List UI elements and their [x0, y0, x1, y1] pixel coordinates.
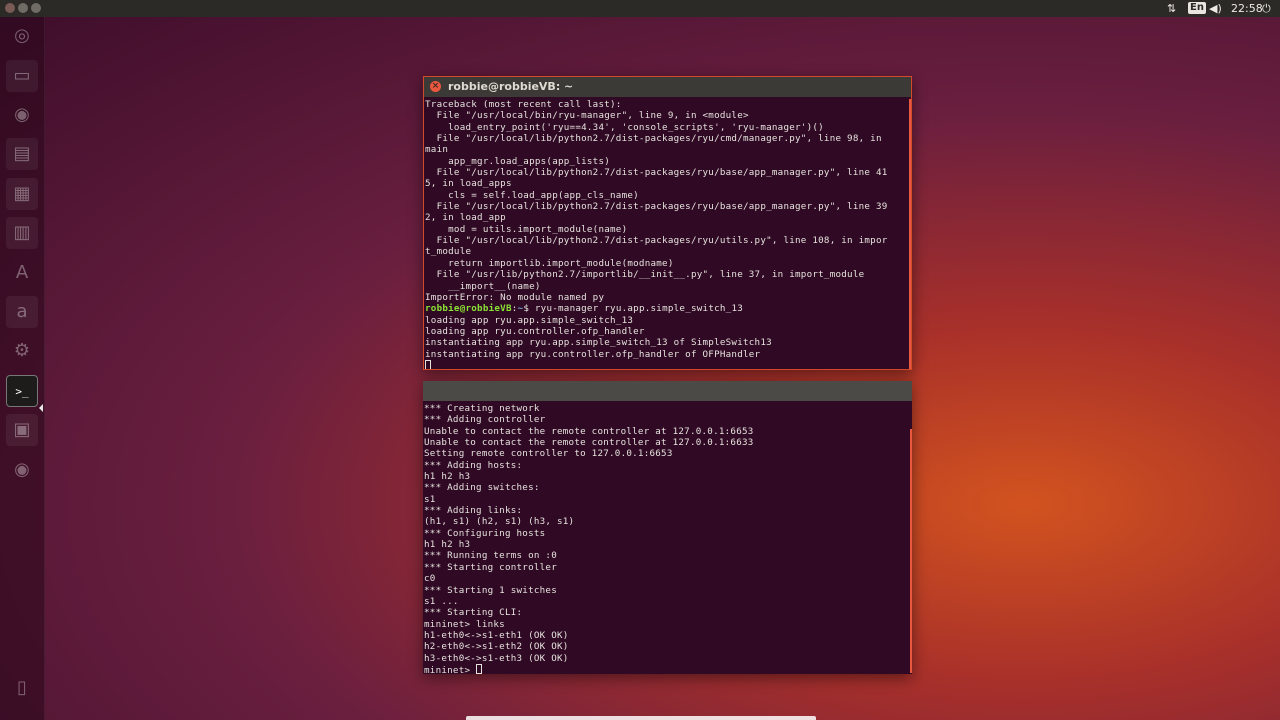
prompt-user: robbie@robbieVB: [425, 303, 512, 315]
window-title: robbie@robbieVB: ~: [448, 80, 574, 93]
ubuntu-dash-icon[interactable]: ◎: [6, 20, 38, 52]
terminal-titlebar[interactable]: × robbie@robbieVB: ~: [424, 77, 911, 97]
terminal-line: *** Starting controller: [424, 561, 557, 573]
terminal-icon[interactable]: >_: [6, 375, 38, 407]
amazon-icon[interactable]: a: [6, 296, 38, 328]
terminal-line: *** Adding controller: [424, 414, 546, 426]
terminal-window-ryu[interactable]: × robbie@robbieVB: ~ Traceback (most rec…: [423, 76, 912, 370]
terminal-line: return importlib.import_module(modname): [425, 257, 674, 269]
text-cursor: [476, 663, 483, 674]
terminal-line: *** Adding hosts:: [424, 459, 523, 471]
firefox-icon[interactable]: ◉: [6, 99, 38, 131]
command-text: $ ryu-manager ryu.app.simple_switch_13: [523, 303, 744, 315]
terminal-output[interactable]: *** Creating network *** Adding controlle…: [424, 403, 910, 674]
terminal-line: File "/usr/local/lib/python2.7/dist-pack…: [425, 167, 888, 179]
terminal-line: mod = utils.import_module(name): [425, 223, 628, 235]
terminal-line: Unable to contact the remote controller …: [424, 425, 754, 437]
running-indicator: [39, 404, 43, 412]
window-close-icon[interactable]: [5, 3, 15, 13]
terminal-line: File "/usr/local/lib/python2.7/dist-pack…: [425, 235, 888, 247]
terminal-line: t_module: [425, 246, 472, 258]
terminal-line: s1: [424, 493, 436, 505]
terminal-line: h3-eth0<->s1-eth3 (OK OK): [424, 652, 569, 664]
system-monitor-icon[interactable]: ▣: [6, 414, 38, 446]
text-cursor: [425, 359, 431, 369]
terminal-line: Unable to contact the remote controller …: [424, 437, 754, 449]
volume-icon[interactable]: ◀): [1209, 1, 1222, 16]
terminal-line: robbie@robbieVB:~$ ryu-manager ryu.app.s…: [425, 303, 744, 315]
terminal-line: load_entry_point('ryu==4.34', 'console_s…: [425, 121, 824, 133]
scrollbar[interactable]: [910, 429, 912, 673]
terminal-line: h1-eth0<->s1-eth1 (OK OK): [424, 629, 569, 641]
terminal-line: *** Starting CLI:: [424, 607, 523, 619]
close-icon[interactable]: ×: [430, 81, 441, 92]
keyboard-layout-indicator[interactable]: En: [1188, 2, 1206, 14]
terminal-line: instantiating app ryu.controller.ofp_han…: [425, 348, 761, 360]
mininet-prompt: mininet>: [424, 664, 477, 674]
terminal-line: *** Configuring hosts: [424, 527, 546, 539]
scrollbar[interactable]: [909, 99, 911, 369]
terminal-line: File "/usr/local/lib/python2.7/dist-pack…: [425, 133, 882, 145]
trash-icon[interactable]: ▯: [6, 672, 38, 704]
terminal-line: loading app ryu.controller.ofp_handler: [425, 325, 645, 337]
terminal-line: *** Adding links:: [424, 505, 523, 517]
terminal-window-mininet[interactable]: *** Creating network *** Adding controlle…: [423, 381, 912, 674]
libreoffice-calc-icon[interactable]: ▦: [6, 178, 38, 210]
terminal-line: __import__(name): [425, 280, 541, 292]
terminal-line: Traceback (most recent call last):: [425, 99, 622, 110]
terminal-line: app_mgr.load_apps(app_lists): [425, 155, 611, 167]
dvd-icon[interactable]: ◉: [6, 454, 38, 486]
window-maximize-icon[interactable]: [31, 3, 41, 13]
libreoffice-impress-icon[interactable]: ▥: [6, 217, 38, 249]
terminal-line: mininet> links: [424, 618, 505, 630]
terminal-line: instantiating app ryu.app.simple_switch_…: [425, 337, 772, 349]
terminal-line: File "/usr/local/bin/ryu-manager", line …: [425, 110, 749, 122]
mininet-prompt-line[interactable]: mininet>: [424, 663, 910, 674]
terminal-line: c0: [424, 573, 436, 585]
terminal-line: s1 ...: [424, 595, 459, 607]
terminal-line: *** Adding switches:: [424, 482, 540, 494]
window-minimize-icon[interactable]: [18, 3, 28, 13]
settings-gear-icon[interactable]: ⏻: [1262, 1, 1271, 16]
terminal-titlebar[interactable]: [423, 381, 912, 401]
terminal-line: File "/usr/local/lib/python2.7/dist-pack…: [425, 201, 888, 213]
terminal-line: File "/usr/lib/python2.7/importlib/__ini…: [425, 269, 865, 281]
terminal-line: 2, in load_app: [425, 212, 506, 224]
launcher: ◎ ▭ ◉ ▤ ▦ ▥ A a ⚙ >_ ▣ ◉ ▯: [0, 17, 45, 720]
cursor-line: [425, 359, 909, 369]
libreoffice-writer-icon[interactable]: ▤: [6, 138, 38, 170]
terminal-line: h2-eth0<->s1-eth2 (OK OK): [424, 641, 569, 653]
terminal-line: 5, in load_apps: [425, 178, 512, 190]
terminal-line: *** Creating network: [424, 403, 540, 414]
software-center-icon[interactable]: A: [6, 257, 38, 289]
system-settings-icon[interactable]: ⚙: [6, 335, 38, 367]
terminal-line: h1 h2 h3: [424, 539, 471, 551]
terminal-line: cls = self.load_app(app_cls_name): [425, 189, 639, 201]
top-panel: ⇅ En ◀) 22:58 ⏻: [0, 0, 1280, 17]
dock-edge: [466, 716, 816, 720]
files-icon[interactable]: ▭: [6, 60, 38, 92]
terminal-line: Setting remote controller to 127.0.0.1:6…: [424, 448, 673, 460]
terminal-line: main: [425, 144, 449, 156]
terminal-line: loading app ryu.app.simple_switch_13: [425, 314, 634, 326]
terminal-line: ImportError: No module named py: [425, 291, 605, 303]
terminal-output[interactable]: Traceback (most recent call last): File …: [425, 99, 909, 369]
terminal-line: *** Running terms on :0: [424, 550, 557, 562]
clock[interactable]: 22:58: [1231, 1, 1263, 16]
terminal-line: (h1, s1) (h2, s1) (h3, s1): [424, 516, 575, 528]
terminal-line: h1 h2 h3: [424, 471, 471, 483]
network-updown-icon[interactable]: ⇅: [1167, 1, 1176, 16]
terminal-line: *** Starting 1 switches: [424, 584, 557, 596]
